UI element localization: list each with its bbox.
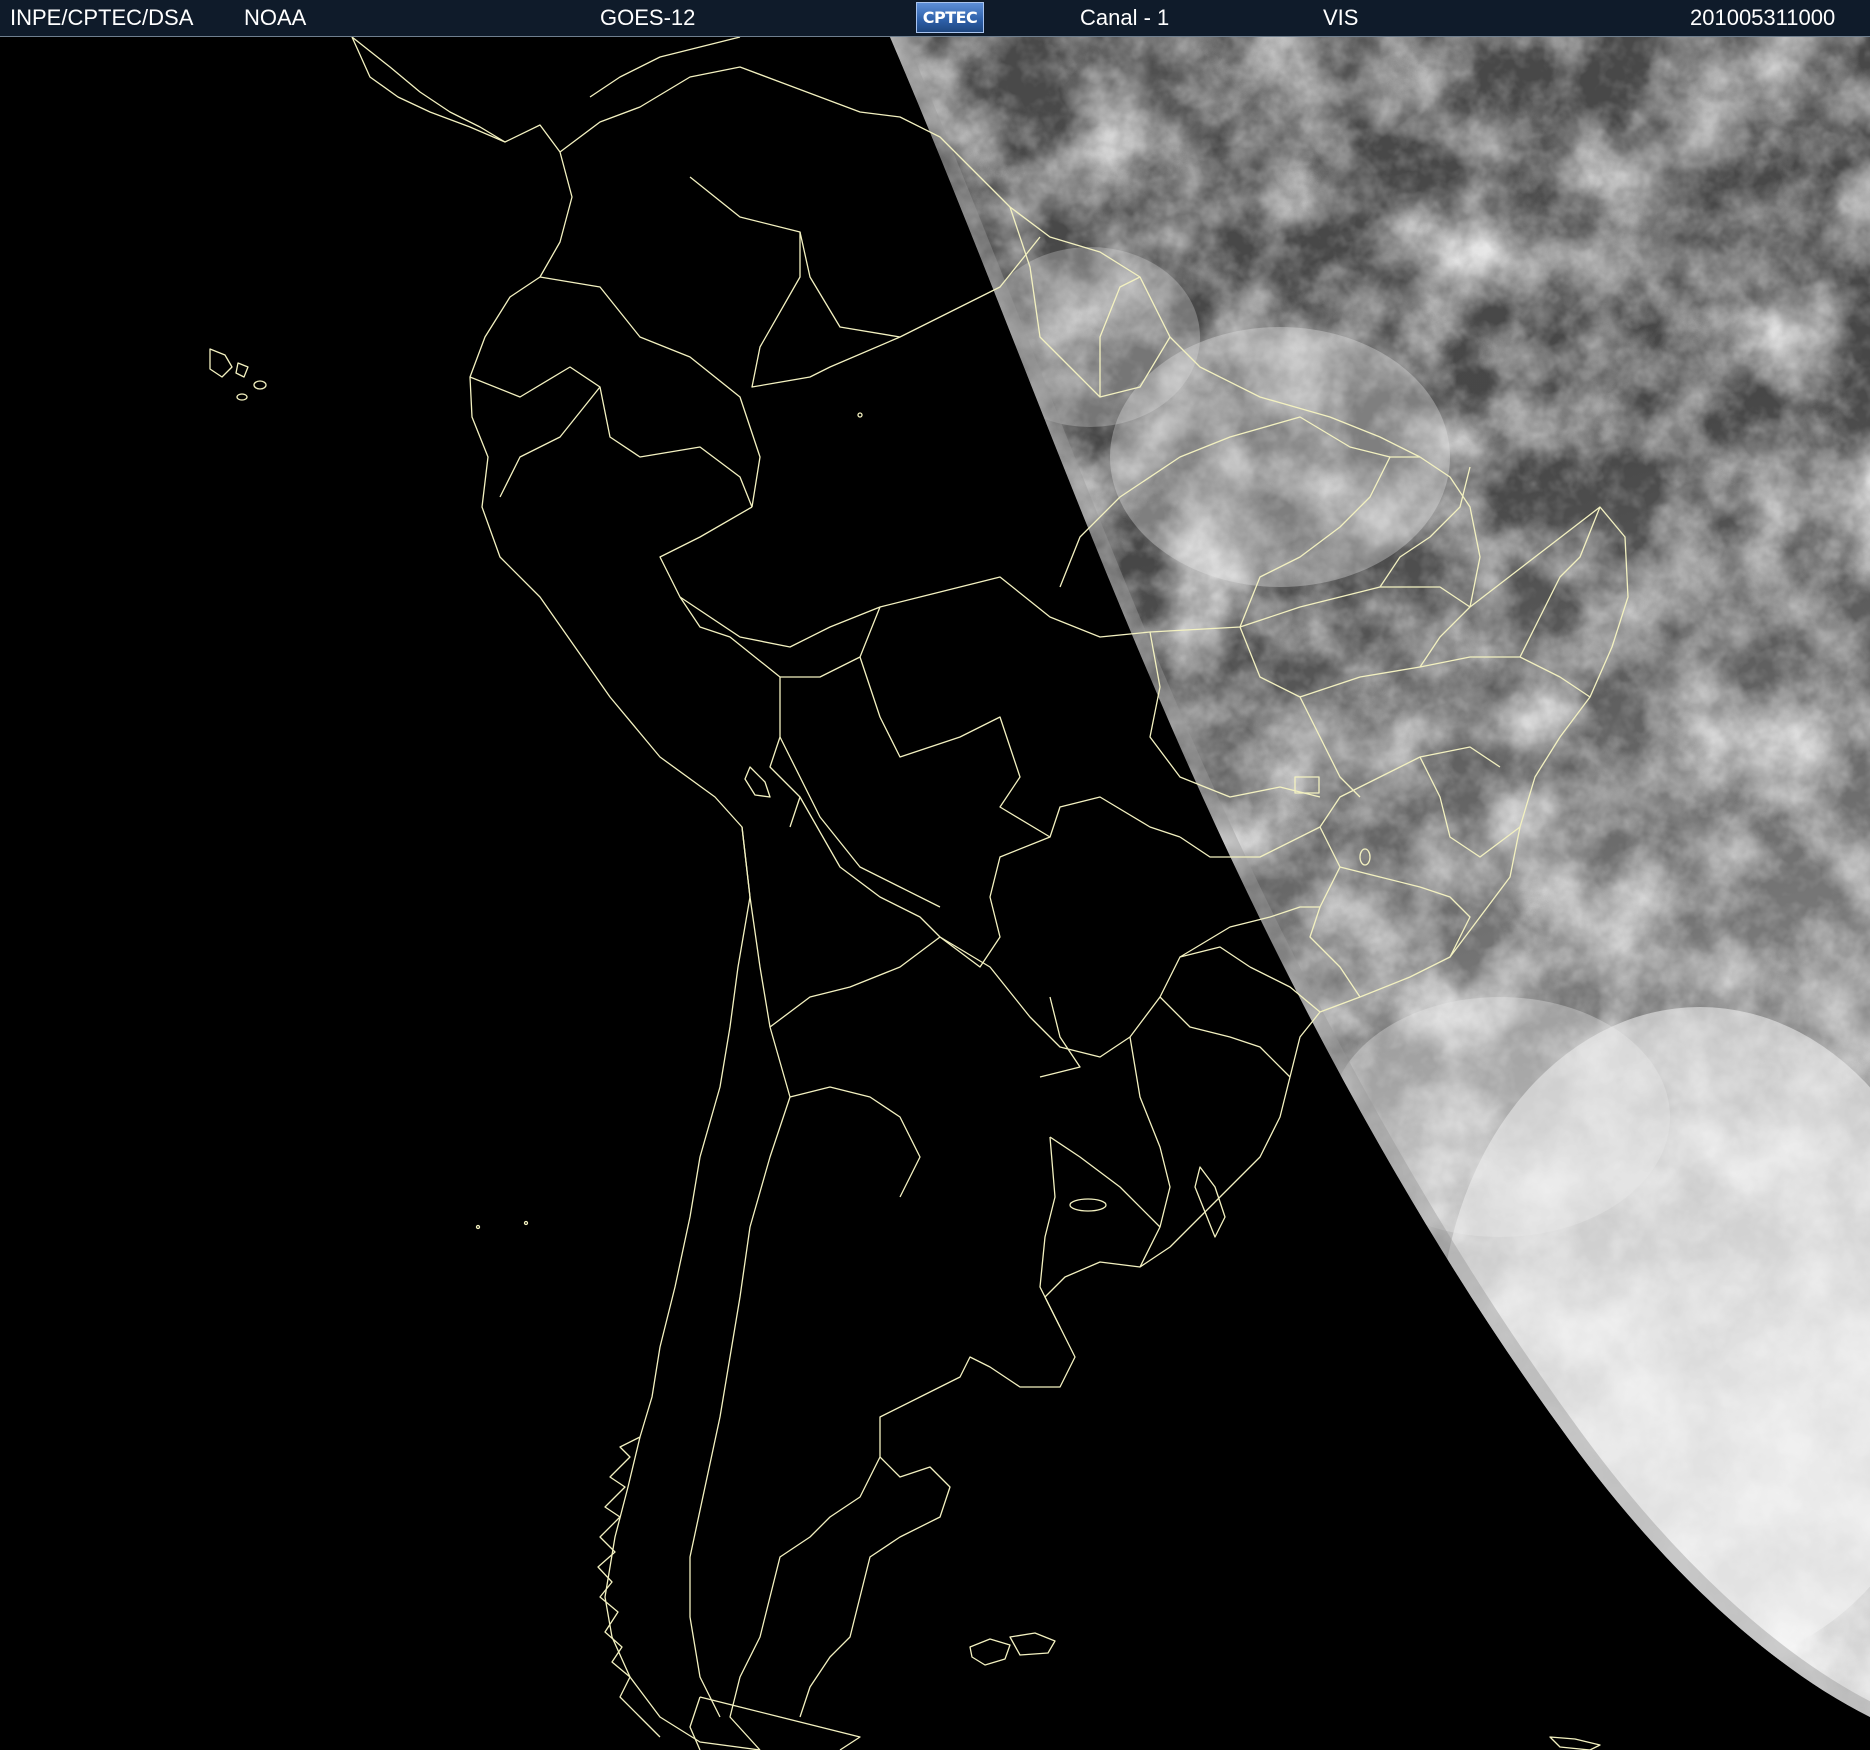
satellite-label: GOES-12 (600, 5, 696, 30)
satellite-image (0, 37, 1870, 1750)
band-label: VIS (1323, 5, 1359, 30)
cptec-logo: CPTEC (916, 2, 984, 33)
satellite-image-svg (0, 37, 1870, 1750)
channel-label: Canal - 1 (1080, 5, 1170, 30)
institution-label: INPE/CPTEC/DSA (10, 5, 194, 30)
timestamp-label: 201005311000 (1690, 5, 1836, 30)
image-header-bar: INPE/CPTEC/DSA NOAA GOES-12 CPTEC Canal … (0, 0, 1870, 37)
cptec-logo-text: CPTEC (922, 8, 978, 27)
agency-label: NOAA (244, 5, 307, 30)
